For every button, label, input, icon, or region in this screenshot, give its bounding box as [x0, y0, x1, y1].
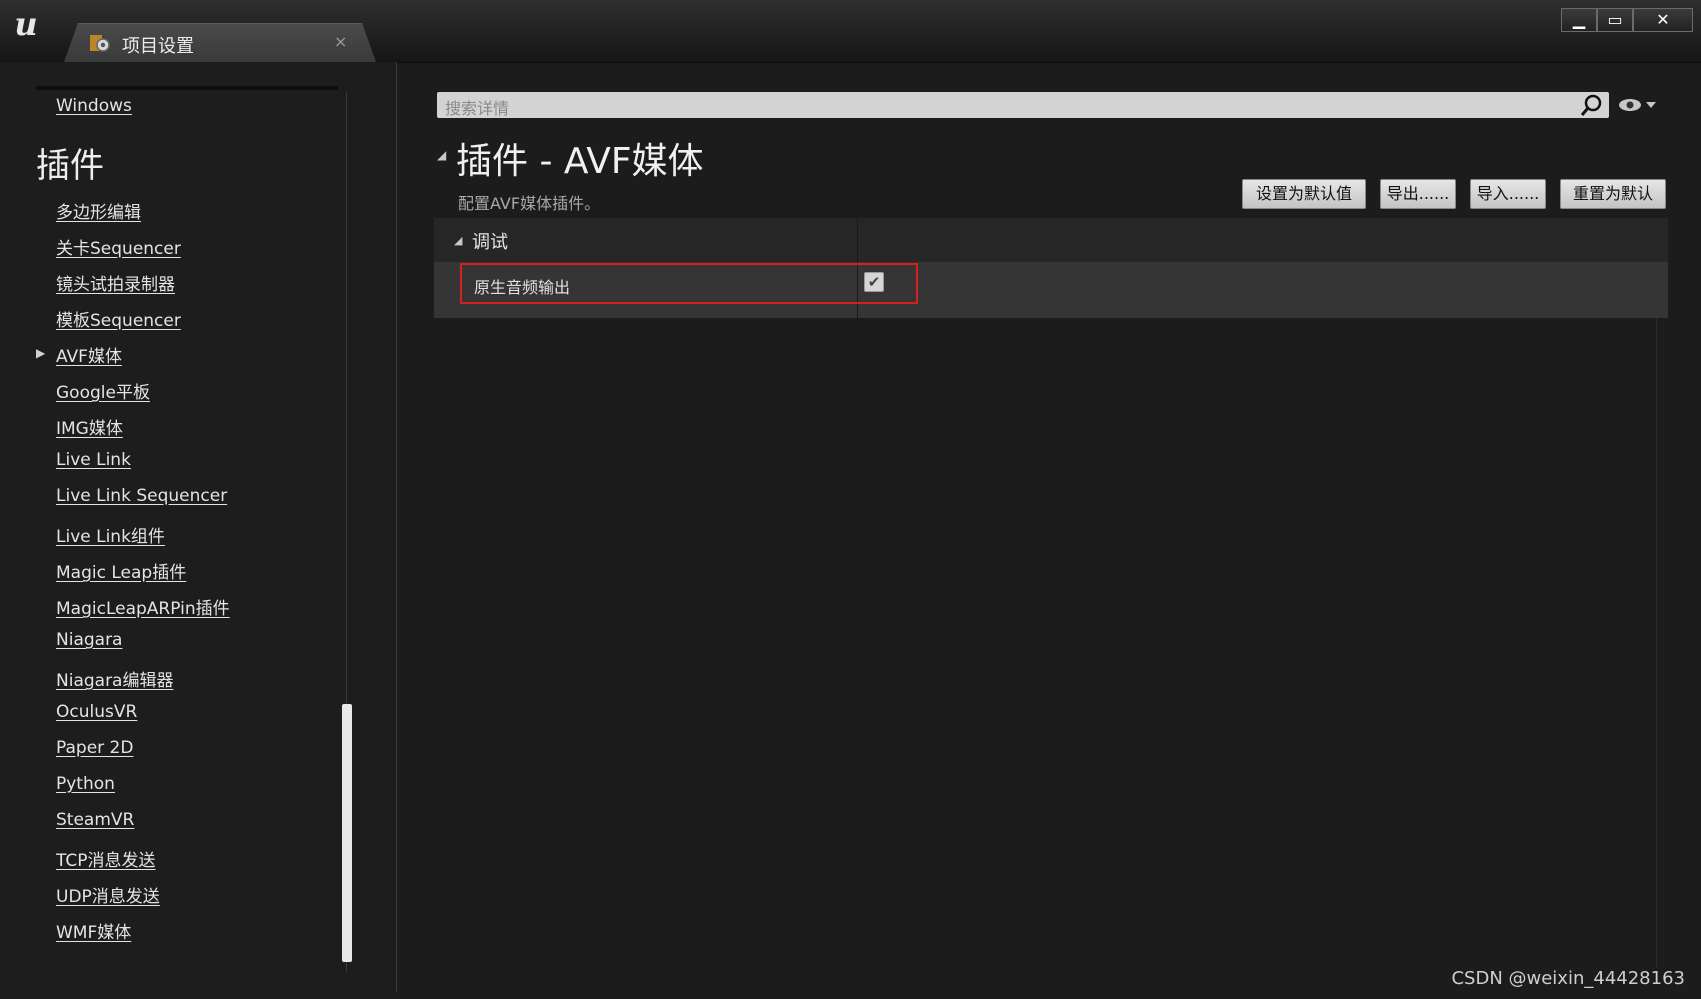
- sidebar-item[interactable]: WMF媒体: [56, 918, 131, 943]
- sidebar-item[interactable]: Live Link: [56, 450, 131, 470]
- sidebar-item[interactable]: Magic Leap插件: [56, 558, 186, 583]
- sidebar-scrollbar[interactable]: [342, 704, 352, 962]
- reset-to-default-button[interactable]: 重置为默认: [1560, 179, 1666, 209]
- sidebar-item[interactable]: Google平板: [56, 378, 150, 403]
- sidebar-heading-plugins: 插件: [36, 146, 104, 186]
- tab-close-icon[interactable]: ×: [334, 32, 347, 51]
- category-label: 调试: [472, 232, 508, 253]
- sidebar-item[interactable]: OculusVR: [56, 702, 137, 722]
- expand-arrow-icon[interactable]: ▶: [36, 346, 45, 360]
- sidebar-item[interactable]: SteamVR: [56, 810, 134, 830]
- sidebar-item[interactable]: UDP消息发送: [56, 882, 160, 907]
- watermark: CSDN @weixin_44428163: [1451, 968, 1685, 989]
- sidebar-item-windows[interactable]: Windows: [56, 96, 132, 116]
- sidebar-item[interactable]: Niagara: [56, 630, 122, 650]
- set-as-default-button[interactable]: 设置为默认值: [1242, 179, 1366, 209]
- maximize-button[interactable]: ▭: [1597, 8, 1633, 32]
- category-debug[interactable]: ◢ 调试: [434, 218, 1668, 262]
- tab-title: 项目设置: [122, 36, 194, 57]
- window-controls: ▁ ▭ ✕: [1561, 8, 1693, 32]
- search-icon[interactable]: [1579, 93, 1603, 117]
- highlight-annotation: [460, 263, 918, 304]
- sidebar-item[interactable]: 镜头试拍录制器: [56, 270, 175, 295]
- tab-project-settings[interactable]: 项目设置 ×: [64, 23, 376, 62]
- sidebar-item[interactable]: Live Link组件: [56, 522, 165, 547]
- panel-right-border: [1656, 318, 1657, 968]
- title-bar: u 项目设置 × ▁ ▭ ✕: [0, 0, 1701, 63]
- sidebar-item[interactable]: Live Link Sequencer: [56, 486, 227, 506]
- collapse-arrow-icon[interactable]: ◢: [437, 148, 446, 162]
- close-button[interactable]: ✕: [1633, 8, 1693, 32]
- sidebar-item[interactable]: Paper 2D: [56, 738, 133, 758]
- settings-gear-icon: [90, 35, 110, 52]
- minimize-button[interactable]: ▁: [1561, 8, 1597, 32]
- main-divider: [396, 62, 397, 992]
- settings-sidebar: Windows 插件 多边形编辑 关卡Sequencer 镜头试拍录制器 模板S…: [0, 62, 396, 999]
- search-placeholder: 搜索详情: [445, 99, 510, 118]
- sidebar-item[interactable]: MagicLeapARPin插件: [56, 594, 230, 619]
- sidebar-item[interactable]: IMG媒体: [56, 414, 123, 439]
- category-collapse-icon[interactable]: ◢: [454, 234, 462, 247]
- search-input[interactable]: 搜索详情: [437, 92, 1609, 118]
- sidebar-item[interactable]: 模板Sequencer: [56, 306, 181, 331]
- page-subtitle: 配置AVF媒体插件。: [458, 194, 601, 213]
- unreal-logo-icon: u: [14, 5, 38, 43]
- page-title: 插件 - AVF媒体: [456, 141, 704, 182]
- view-options-eye-icon[interactable]: [1618, 96, 1658, 114]
- export-button[interactable]: 导出......: [1380, 179, 1456, 209]
- sidebar-item[interactable]: 多边形编辑: [56, 198, 141, 223]
- import-button[interactable]: 导入......: [1470, 179, 1546, 209]
- sidebar-item[interactable]: Niagara编辑器: [56, 666, 173, 691]
- sidebar-item[interactable]: TCP消息发送: [56, 846, 156, 871]
- sidebar-item[interactable]: Python: [56, 774, 115, 794]
- sidebar-item-avf-media[interactable]: AVF媒体: [56, 342, 122, 367]
- sidebar-item[interactable]: 关卡Sequencer: [56, 234, 181, 259]
- sidebar-divider-top: [36, 86, 338, 90]
